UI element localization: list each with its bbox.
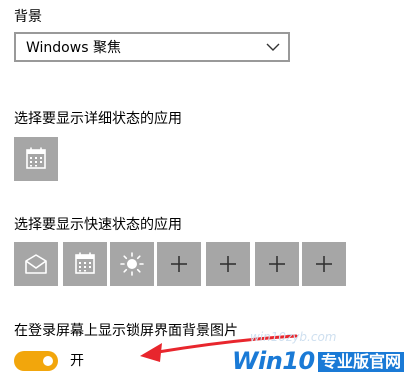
background-dropdown[interactable]: Windows 聚焦 [14,32,290,62]
weather-sun-icon [120,252,144,276]
watermark-brand: Win10 [232,347,315,375]
quick-status-add-slot-1[interactable] [157,242,201,286]
quick-status-app-mail[interactable] [14,242,58,286]
toggle-knob [43,356,53,366]
quick-status-add-slot-4[interactable] [302,242,346,286]
background-label: 背景 [14,9,42,25]
lock-screen-settings: 背景 Windows 聚焦 选择要显示详细状态的应用 选择要显示快速状态的应用 [0,0,407,380]
watermark-brand-cn: 专业版官网 [318,352,405,372]
detailed-status-label: 选择要显示详细状态的应用 [14,111,182,127]
toggle-state-label: 开 [70,353,84,369]
signin-background-toggle[interactable] [14,351,58,371]
quick-status-app-weather[interactable] [110,242,154,286]
signin-background-label: 在登录屏幕上显示锁屏界面背景图片 [14,323,238,339]
quick-status-label: 选择要显示快速状态的应用 [14,217,182,233]
quick-status-add-slot-2[interactable] [206,242,250,286]
quick-status-app-calendar[interactable] [63,242,107,286]
plus-icon [269,256,285,272]
detailed-status-app-calendar[interactable] [14,137,58,181]
quick-status-add-slot-3[interactable] [255,242,299,286]
chevron-down-icon [266,43,280,51]
watermark-url: win10zyb.com [250,330,337,344]
plus-icon [171,256,187,272]
calendar-icon [26,147,46,169]
mail-icon [25,254,47,274]
plus-icon [316,256,332,272]
plus-icon [220,256,236,272]
calendar-icon [75,252,95,274]
background-dropdown-value: Windows 聚焦 [26,40,121,56]
